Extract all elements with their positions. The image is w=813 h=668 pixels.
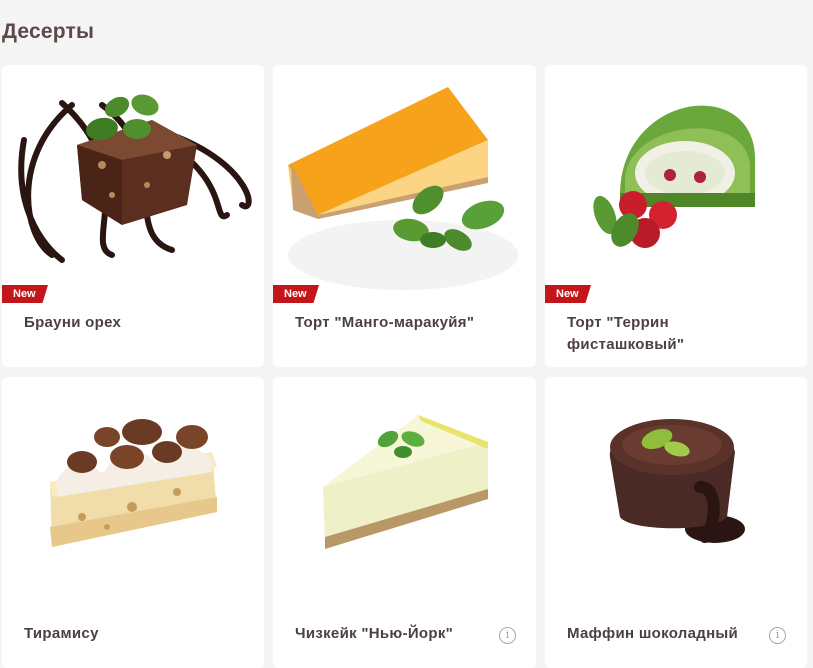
new-york-cheesecake-image [273,377,536,607]
product-name: Тирамису [24,625,99,642]
info-icon[interactable]: i [499,627,516,644]
product-name: Торт "Террин фисташковый" [567,314,685,353]
brownie-walnut-image [2,65,264,350]
product-card-chocolate-muffin[interactable]: Маффин шоколадный i [545,377,807,668]
new-badge: New [545,285,591,303]
section-title: Десерты [2,20,95,43]
product-card-brownie[interactable]: New Брауни орех [2,65,264,367]
product-card-tiramisu[interactable]: Тирамису [2,377,264,668]
desserts-page: Десерты New Брауни орех New Торт "Манго-… [0,0,813,668]
product-name: Брауни орех [24,314,122,331]
mango-passionfruit-cake-image [273,65,536,350]
product-card-mango-cake[interactable]: New Торт "Манго-маракуйя" [273,65,536,367]
info-icon[interactable]: i [769,627,786,644]
product-name: Торт "Манго-маракуйя" [295,314,475,331]
chocolate-muffin-image [545,377,807,607]
pistachio-terrine-cake-image [545,65,807,350]
product-name: Маффин шоколадный [567,625,739,642]
product-name: Чизкейк "Нью-Йорк" [295,625,454,642]
product-card-cheesecake[interactable]: Чизкейк "Нью-Йорк" i [273,377,536,668]
product-card-pistachio-terrine[interactable]: New Торт "Террин фисташковый" [545,65,807,367]
tiramisu-image [2,377,264,607]
new-badge: New [2,285,48,303]
new-badge: New [273,285,319,303]
